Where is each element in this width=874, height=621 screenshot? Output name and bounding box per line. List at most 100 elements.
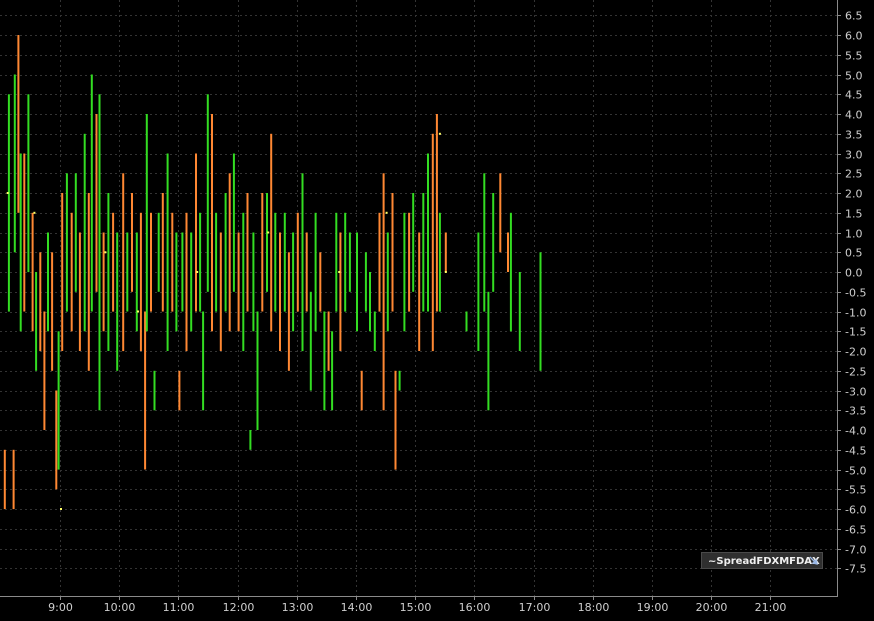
price-bar bbox=[126, 232, 129, 312]
price-bar bbox=[360, 370, 363, 411]
price-bar bbox=[492, 193, 495, 292]
price-bar bbox=[246, 193, 249, 312]
price-bar bbox=[87, 193, 90, 371]
price-bar bbox=[283, 212, 286, 312]
price-bar bbox=[274, 212, 277, 312]
price-bar bbox=[51, 252, 54, 371]
price-bar bbox=[319, 252, 322, 312]
y-tick-label: 1.0 bbox=[845, 228, 863, 241]
y-tick-label: -4.5 bbox=[845, 445, 866, 458]
y-tick-label: -5.0 bbox=[845, 465, 866, 478]
price-bar bbox=[323, 311, 326, 411]
price-bar bbox=[408, 212, 411, 312]
price-bar bbox=[398, 370, 401, 391]
price-dot bbox=[385, 211, 388, 214]
x-tick-label: 11:00 bbox=[163, 601, 195, 614]
price-bar bbox=[266, 193, 268, 292]
y-tick-label: 3.0 bbox=[845, 149, 863, 162]
price-bar bbox=[224, 193, 227, 312]
price-bar bbox=[157, 212, 160, 292]
price-bar bbox=[57, 331, 60, 470]
price-bar bbox=[292, 232, 295, 332]
price-bar bbox=[12, 449, 15, 510]
x-tick-label: 14:00 bbox=[341, 601, 373, 614]
y-tick-label: 0.5 bbox=[845, 247, 863, 260]
price-bar bbox=[135, 232, 138, 332]
price-bar bbox=[487, 291, 490, 411]
price-bar bbox=[287, 252, 290, 371]
x-tick-label: 20:00 bbox=[696, 601, 728, 614]
price-bar bbox=[27, 94, 30, 273]
price-bar bbox=[102, 232, 105, 332]
price-bar bbox=[153, 370, 156, 411]
price-bar bbox=[314, 212, 317, 332]
price-bar bbox=[202, 311, 205, 411]
price-bar bbox=[195, 153, 197, 312]
price-bar bbox=[78, 232, 81, 351]
price-bar bbox=[145, 114, 148, 332]
y-tick-label: 4.5 bbox=[845, 89, 863, 102]
price-dot bbox=[444, 271, 447, 273]
price-bar bbox=[181, 232, 184, 312]
price-bar bbox=[499, 173, 502, 253]
y-tick-label: -3.5 bbox=[845, 405, 866, 418]
pin-icon[interactable] bbox=[809, 556, 818, 565]
price-bar bbox=[39, 252, 42, 352]
x-tick-label: 17:00 bbox=[519, 601, 551, 614]
price-bar bbox=[131, 193, 133, 292]
price-bar bbox=[7, 94, 10, 312]
price-bar bbox=[171, 212, 174, 312]
y-tick-label: 3.5 bbox=[845, 129, 863, 142]
price-bar bbox=[139, 212, 142, 352]
y-tick-label: 4.0 bbox=[845, 109, 863, 122]
price-bar bbox=[23, 153, 26, 312]
price-bar bbox=[539, 252, 542, 371]
price-bar bbox=[17, 35, 20, 213]
y-tick-label: 1.5 bbox=[845, 208, 863, 221]
price-bar bbox=[301, 173, 304, 352]
price-bar bbox=[331, 331, 334, 411]
y-tick-label: 5.5 bbox=[845, 50, 863, 63]
price-bar bbox=[418, 232, 421, 351]
price-bar bbox=[279, 232, 281, 351]
price-bar bbox=[3, 449, 6, 510]
price-bar bbox=[386, 232, 389, 332]
price-bar bbox=[215, 212, 218, 312]
x-tick-label: 9:00 bbox=[48, 601, 73, 614]
y-tick-label: -1.0 bbox=[845, 307, 866, 320]
price-bar bbox=[412, 193, 415, 292]
y-tick-label: -6.0 bbox=[845, 504, 866, 517]
y-tick-label: 6.5 bbox=[845, 10, 863, 23]
y-tick-label: 0.0 bbox=[845, 267, 863, 280]
spread-chart: 6.5 6.0 5.5 5.0 4.5 4.0 3.5 3.0 2.5 2.0 1.5 1.0 0.5 0… bbox=[0, 0, 874, 621]
price-bar bbox=[465, 311, 468, 332]
price-bar bbox=[252, 232, 255, 332]
price-bar bbox=[150, 212, 152, 312]
price-bar bbox=[364, 252, 367, 312]
x-tick-label: 13:00 bbox=[282, 601, 314, 614]
price-bar bbox=[242, 212, 245, 352]
price-bar bbox=[107, 193, 110, 351]
y-tick-label: -3.0 bbox=[845, 386, 866, 399]
price-bar bbox=[261, 193, 264, 312]
y-tick-label: -5.5 bbox=[845, 484, 866, 497]
price-dot bbox=[33, 211, 36, 214]
price-bar bbox=[112, 212, 115, 312]
price-bar bbox=[394, 370, 397, 470]
y-tick-label: -7.0 bbox=[845, 544, 866, 557]
price-bar bbox=[518, 272, 521, 351]
price-dot bbox=[338, 271, 341, 273]
price-bar bbox=[61, 193, 64, 351]
price-dot bbox=[196, 271, 199, 273]
price-bar bbox=[296, 212, 299, 312]
price-bar bbox=[507, 232, 509, 272]
price-bar bbox=[305, 232, 308, 312]
series-legend[interactable]: ~SpreadFDXMFDAX bbox=[701, 552, 823, 569]
price-bar bbox=[178, 370, 181, 411]
price-bar bbox=[122, 173, 125, 352]
price-bar bbox=[211, 114, 213, 332]
price-dot bbox=[137, 310, 139, 313]
price-dot bbox=[438, 132, 441, 135]
y-tick-label: 5.0 bbox=[845, 70, 863, 83]
price-bar bbox=[391, 193, 394, 312]
